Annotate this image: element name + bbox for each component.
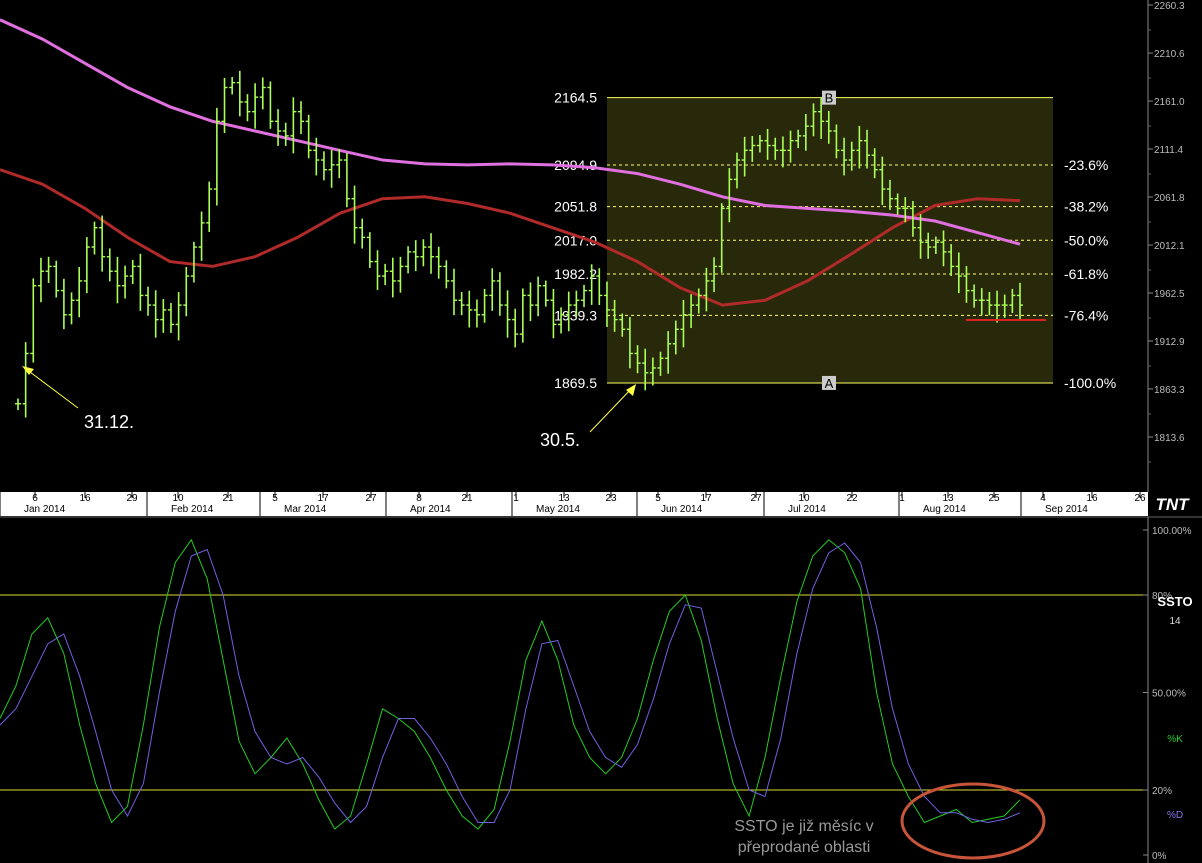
fib-pct-label: -23.6% (1064, 157, 1108, 173)
date-month-label: Apr 2014 (410, 504, 451, 515)
fib-price-label: 2051.8 (554, 199, 597, 215)
date-day-label: 4 (1040, 493, 1046, 504)
date-day-label: 5 (272, 493, 278, 504)
price-tick-label: 2012.1 (1154, 241, 1185, 252)
stoch-d-legend: %D (1167, 810, 1183, 821)
fib-point-b-label: B (825, 91, 834, 106)
stoch-indicator-name: SSTO (1157, 594, 1192, 609)
date-day-label: 8 (416, 493, 422, 504)
date-day-label: 13 (942, 493, 954, 504)
price-tick-label: 2210.6 (1154, 49, 1185, 60)
tnt-logo-text: TNT (1155, 495, 1190, 514)
date-day-label: 17 (700, 493, 712, 504)
date-day-label: 21 (222, 493, 234, 504)
date-day-label: 6 (32, 493, 38, 504)
stoch-k-legend: %K (1167, 734, 1183, 745)
date-day-label: 13 (558, 493, 570, 504)
date-month-label: Jun 2014 (661, 504, 703, 515)
price-tick-label: 2260.3 (1154, 1, 1185, 12)
date-month-label: Jan 2014 (24, 504, 66, 515)
stoch-period: 14 (1169, 616, 1181, 627)
date-day-label: 21 (461, 493, 473, 504)
date-month-label: Feb 2014 (171, 504, 214, 515)
date-month-label: Aug 2014 (923, 504, 966, 515)
date-day-label: 27 (365, 493, 377, 504)
date-day-label: 16 (1086, 493, 1098, 504)
annotation-label-31-12: 31.12. (84, 412, 134, 432)
date-day-label: 5 (655, 493, 661, 504)
stoch-tick-label: 50.00% (1152, 689, 1186, 700)
date-day-label: 26 (1134, 493, 1146, 504)
date-month-label: Sep 2014 (1045, 504, 1088, 515)
price-tick-label: 2111.4 (1154, 145, 1184, 156)
fib-pct-label: -100.0% (1064, 375, 1116, 391)
date-day-label: 17 (317, 493, 329, 504)
tnt-logo: TNT (1148, 492, 1202, 516)
price-tick-label: 2061.8 (1154, 193, 1185, 204)
fib-price-label: 2164.5 (554, 90, 597, 106)
stoch-tick-label: 100.00% (1152, 526, 1192, 537)
date-day-label: 10 (172, 493, 184, 504)
fib-price-label: 1869.5 (554, 375, 597, 391)
price-tick-label: 2161.0 (1154, 97, 1185, 108)
date-day-label: 25 (988, 493, 1000, 504)
fib-pct-label: -50.0% (1064, 232, 1108, 248)
date-month-label: Mar 2014 (284, 504, 327, 515)
stoch-tick-label: 0% (1152, 851, 1167, 862)
price-tick-label: 1962.5 (1154, 289, 1185, 300)
oversold-note-line2: přeprodané oblasti (738, 839, 871, 856)
date-day-label: 29 (126, 493, 138, 504)
fib-pct-label: -38.2% (1064, 199, 1108, 215)
price-tick-label: 1863.3 (1154, 385, 1185, 396)
fib-pct-label: -76.4% (1064, 307, 1108, 323)
price-tick-label: 1813.6 (1154, 433, 1185, 444)
stoch-tick-label: 20% (1152, 786, 1172, 797)
price-tick-label: 1912.9 (1154, 337, 1185, 348)
price-and-stochastic-chart: 2164.52094.9 -23.6%2051.8 -38.2%2017.0 -50.… (0, 0, 1202, 863)
fib-price-label: 1982.2 (554, 266, 597, 282)
date-day-label: 23 (605, 493, 617, 504)
date-month-label: May 2014 (536, 504, 580, 515)
fib-pct-label: -61.8% (1064, 266, 1108, 282)
date-month-label: Jul 2014 (788, 504, 826, 515)
fib-point-a-label: A (825, 376, 834, 391)
oversold-note-line1: SSTO je již měsíc v (734, 818, 873, 835)
date-day-label: 22 (846, 493, 858, 504)
date-day-label: 1 (899, 493, 905, 504)
annotation-label-30-5: 30.5. (540, 430, 580, 450)
date-day-label: 27 (750, 493, 762, 504)
date-day-label: 10 (798, 493, 810, 504)
date-day-label: 16 (79, 493, 91, 504)
date-day-label: 1 (513, 493, 519, 504)
